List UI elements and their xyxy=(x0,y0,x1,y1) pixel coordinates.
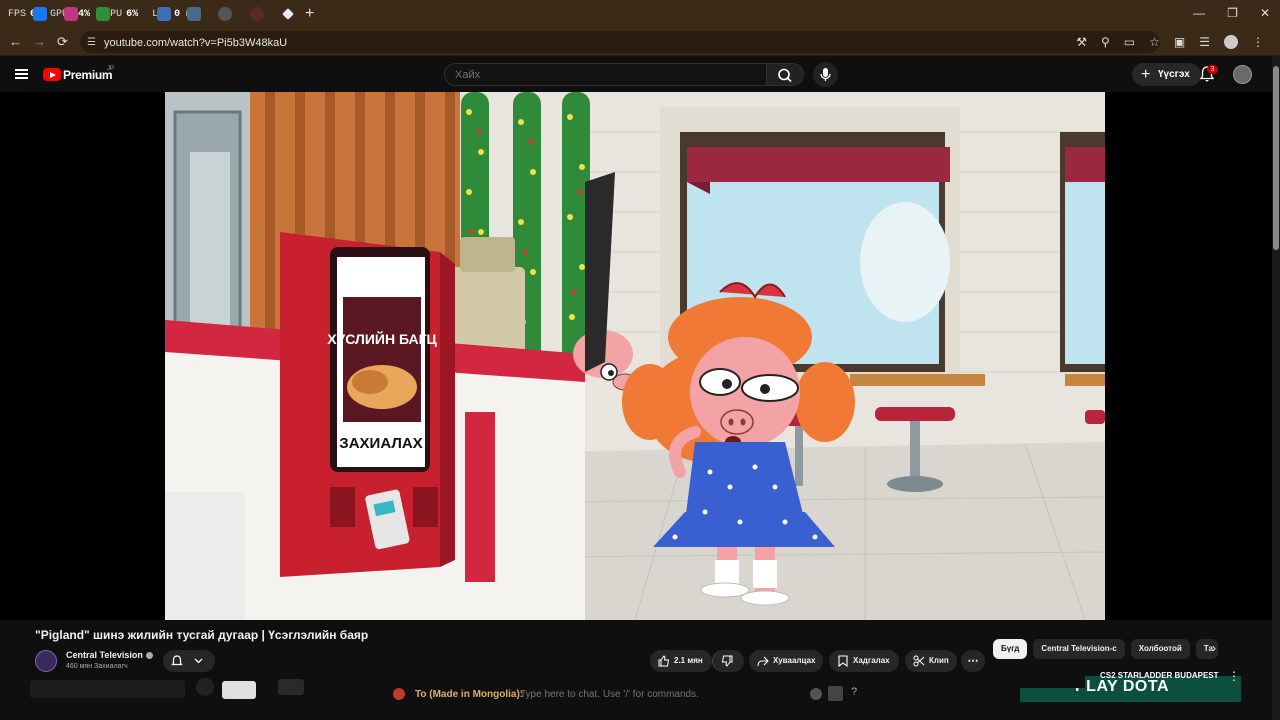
tab-icon[interactable] xyxy=(250,7,264,21)
youtube-brand[interactable]: Premium xyxy=(63,68,113,82)
chat-input[interactable] xyxy=(520,687,800,701)
app-tab-icon-2[interactable] xyxy=(187,7,201,21)
url-text[interactable]: youtube.com/watch?v=Pi5b3W48kaU xyxy=(104,37,287,49)
chip-from-channel[interactable]: Central Television-с xyxy=(1033,639,1125,659)
zoom-icon[interactable]: ⚲ xyxy=(1101,35,1110,49)
bookmark-star-icon[interactable]: ☆ xyxy=(1149,35,1160,49)
video-player[interactable]: ХУСЛИЙН БАГЦ ЗАХИАЛАХ xyxy=(0,92,1272,620)
subscription-bell-button[interactable] xyxy=(163,650,215,672)
facebook-tab-icon[interactable] xyxy=(33,7,47,21)
kick-tab-icon[interactable] xyxy=(96,7,110,21)
new-tab-button[interactable]: + xyxy=(305,5,314,23)
cast-icon[interactable]: ▭ xyxy=(1124,35,1135,49)
region-code: JP xyxy=(107,66,115,72)
account-avatar[interactable] xyxy=(1233,65,1252,84)
notification-badge: 3 xyxy=(1207,65,1218,74)
app-tab-icon[interactable] xyxy=(157,7,171,21)
site-info-icon[interactable]: ☰ xyxy=(87,37,99,49)
chip-all[interactable]: Бүгд xyxy=(993,639,1028,659)
bookmark-icon xyxy=(838,655,848,667)
reload-icon[interactable]: ⟳ xyxy=(57,34,68,50)
menu-hamburger-icon[interactable] xyxy=(15,69,28,79)
like-button[interactable]: 2.1 мян xyxy=(650,650,712,672)
share-arrow-icon xyxy=(757,656,769,667)
media-icon[interactable]: ☰ xyxy=(1199,35,1210,49)
chat-image-icon[interactable] xyxy=(828,686,843,701)
kiosk-order-label: ЗАХИАЛАХ xyxy=(339,435,422,452)
youtube-logo-icon[interactable] xyxy=(43,68,61,81)
dislike-button[interactable] xyxy=(712,650,744,672)
thumbs-down-icon xyxy=(721,655,733,667)
create-button[interactable]: Үүсгэх xyxy=(1132,63,1201,86)
overlay-widget-icon[interactable] xyxy=(278,679,304,695)
instagram-tab-icon[interactable] xyxy=(64,7,78,21)
share-button[interactable]: Хуваалцах xyxy=(749,650,823,672)
recommendation-more-icon[interactable]: ⋮ xyxy=(1228,669,1240,683)
extensions-icon[interactable]: ▣ xyxy=(1174,35,1185,49)
translate-icon[interactable]: ⚒ xyxy=(1076,35,1087,49)
menu-icon[interactable]: ⋮ xyxy=(1252,35,1264,49)
chip-related[interactable]: Холбоотой xyxy=(1130,639,1190,659)
browser-tools: ⚒ ⚲ ▭ ☆ ▣ ☰ ⋮ xyxy=(1076,35,1264,49)
more-actions-button[interactable]: ⋯ xyxy=(961,650,985,672)
verified-icon xyxy=(145,652,153,660)
channel-avatar[interactable] xyxy=(35,650,57,672)
window-controls: — ❐ ✕ xyxy=(1193,6,1270,20)
clip-button[interactable]: Клип xyxy=(905,650,957,672)
page-scrollbar-thumb[interactable] xyxy=(1273,66,1279,250)
recommendation-filter-chips: Бүгд Central Television-с Холбоотой Та xyxy=(993,639,1218,659)
chat-status-icon xyxy=(393,688,405,700)
subscriber-count: 460 мян Захиалагч xyxy=(66,663,128,670)
scissors-icon xyxy=(913,655,925,667)
overlay-image-icon[interactable] xyxy=(222,681,256,699)
search-icon xyxy=(778,68,792,83)
search-button[interactable] xyxy=(767,63,804,86)
minimize-icon[interactable]: — xyxy=(1193,6,1205,20)
youtube-header: Premium JP Үүсгэх 3 xyxy=(0,56,1280,92)
recommendation-thumb-mask xyxy=(995,670,1085,688)
help-icon[interactable]: ? xyxy=(851,686,857,698)
overlay-stat-fps: FPS6 xyxy=(8,9,36,20)
thumbnail-strip xyxy=(30,680,185,698)
voice-search-button[interactable] xyxy=(813,62,838,87)
audio-tab-icon[interactable] xyxy=(218,7,232,21)
search-input[interactable] xyxy=(444,63,767,86)
more-dots-icon: ⋯ xyxy=(967,655,979,667)
video-title: "Pigland" шинэ жилийн тусгай дугаар | Үс… xyxy=(35,628,369,642)
video-frame[interactable]: ХУСЛИЙН БАГЦ ЗАХИАЛАХ xyxy=(165,92,1105,620)
chips-next-chevron-icon[interactable]: › xyxy=(1212,641,1216,655)
save-button[interactable]: Хадгалах xyxy=(829,650,899,672)
profile-icon[interactable] xyxy=(1224,35,1238,49)
restore-icon[interactable]: ❐ xyxy=(1227,6,1238,20)
chat-recipient: To (Made in Mongolia): xyxy=(415,689,524,700)
back-icon[interactable]: ← xyxy=(9,34,22,49)
close-icon[interactable]: ✕ xyxy=(1260,6,1270,20)
kiosk-title: ХУСЛИЙН БАГЦ xyxy=(327,330,437,347)
emoji-icon[interactable] xyxy=(810,688,822,700)
cartoon-scene: ХУСЛИЙН БАГЦ ЗАХИАЛАХ xyxy=(165,92,1105,620)
forward-icon[interactable]: → xyxy=(33,34,46,49)
recommendation-title[interactable]: CS2 STARLADDER BUDAPEST xyxy=(1100,671,1219,680)
microphone-icon xyxy=(820,68,831,81)
game-chat-bar: To (Made in Mongolia): ? xyxy=(385,684,870,704)
thumbs-up-icon xyxy=(658,655,670,667)
channel-name[interactable]: Central Television xyxy=(66,650,153,660)
bell-chevron-icon xyxy=(171,655,203,666)
overlay-button-icon[interactable] xyxy=(196,678,214,696)
recommendation-thumb-text: PLAY DOTA xyxy=(1075,678,1169,695)
